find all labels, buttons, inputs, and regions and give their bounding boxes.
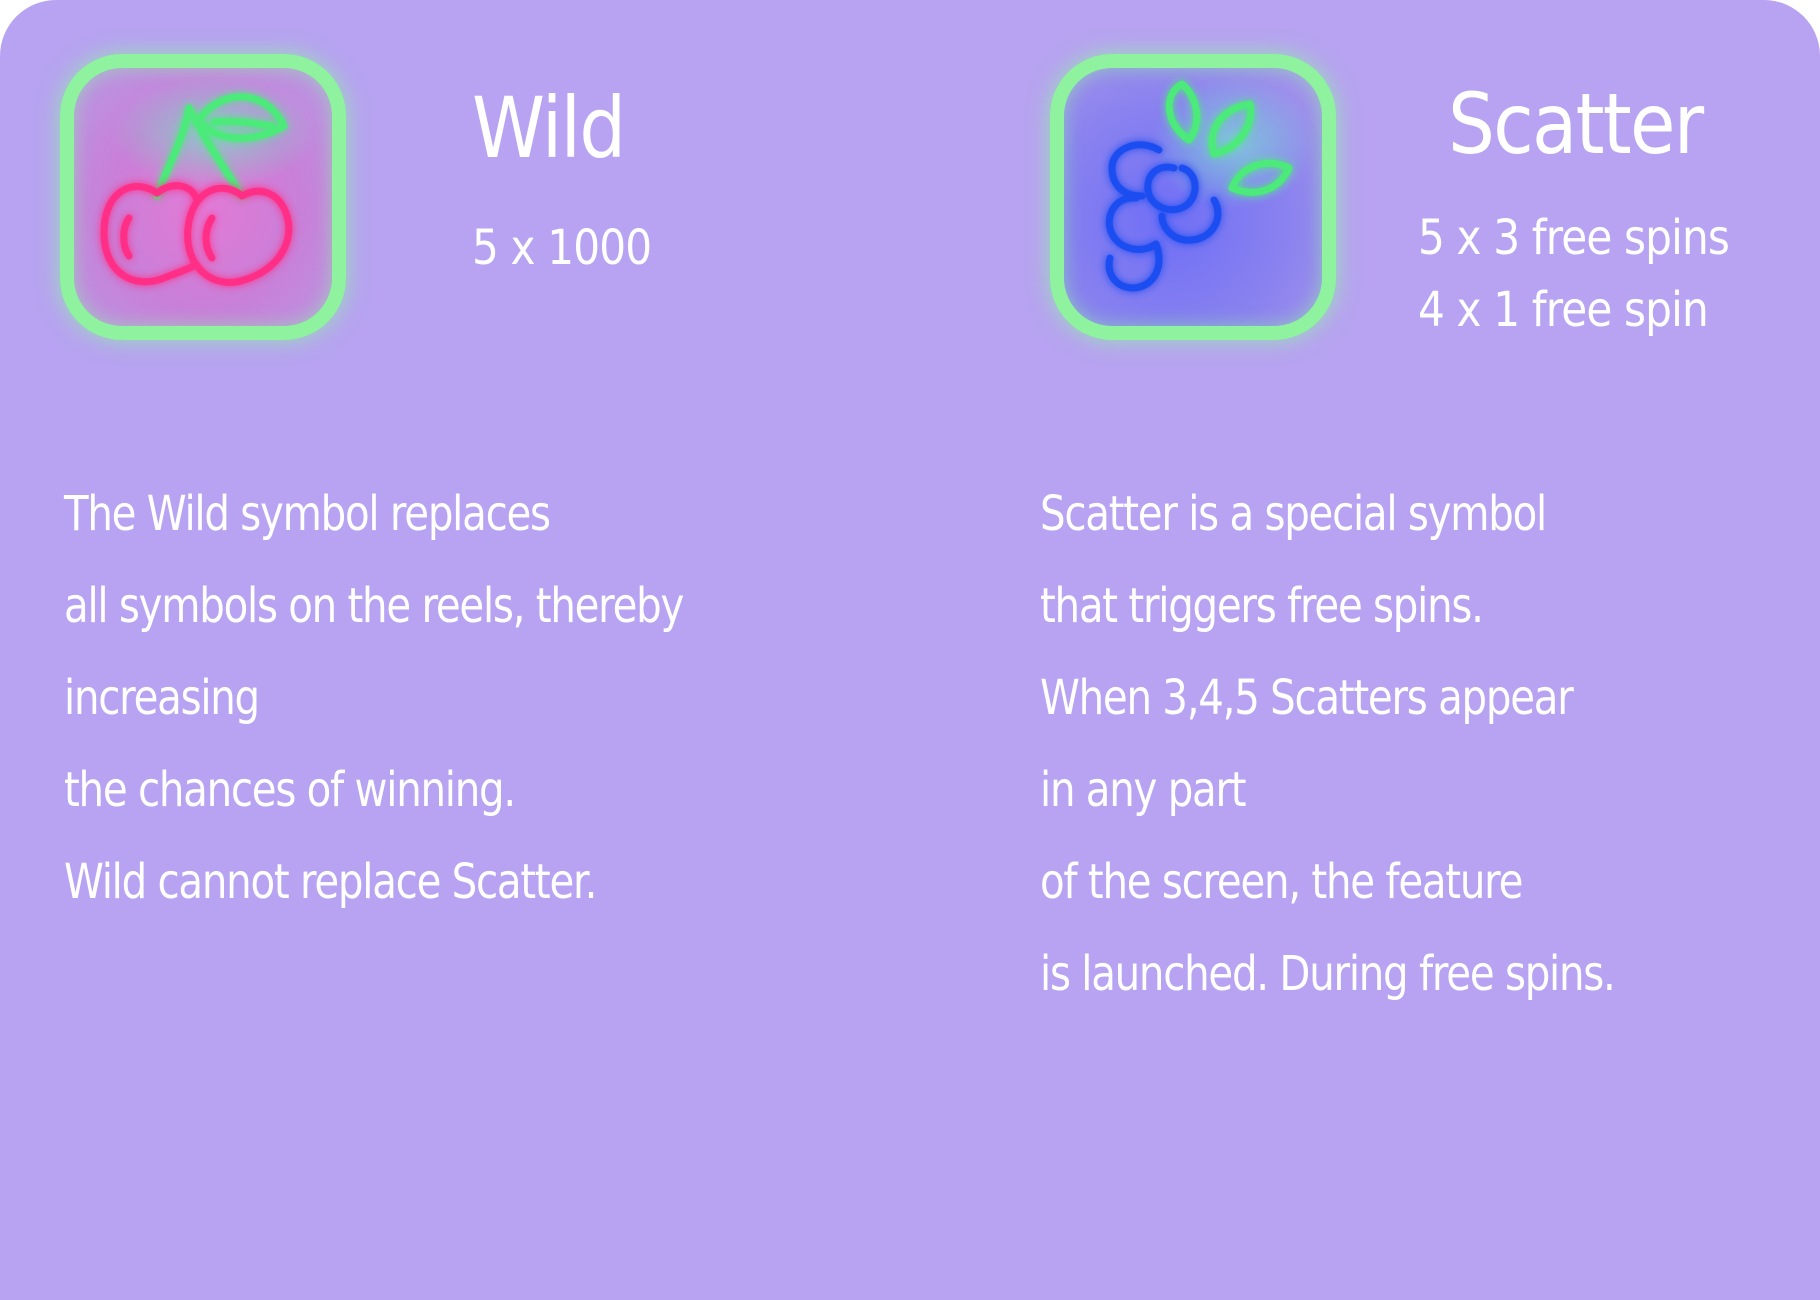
scatter-description-line: is launched. During free spins. (1040, 946, 1616, 1002)
scatter-payout-list: 5 x 3 free spins 4 x 1 free spin (1418, 202, 1730, 346)
wild-description-line: The Wild symbol replaces (64, 486, 551, 542)
scatter-description-line: of the screen, the feature (1040, 854, 1523, 910)
wild-description: The Wild symbol replaces all symbols on … (64, 468, 684, 928)
cherry-icon (100, 93, 293, 286)
wild-description-line: all symbols on the reels, thereby (64, 578, 684, 634)
wild-description-line: Wild cannot replace Scatter. (64, 854, 597, 910)
scatter-description-line: When 3,4,5 Scatters appear (1040, 670, 1574, 726)
scatter-description-line: in any part (1040, 762, 1247, 818)
wild-title: Wild (472, 79, 626, 177)
scatter-symbol-frame (1050, 54, 1336, 340)
paytable-panel: Wild 5 x 1000 The Wild symbol replaces a… (0, 0, 1820, 1300)
scatter-description: Scatter is a special symbol that trigger… (1040, 468, 1616, 1020)
scatter-description-line: Scatter is a special symbol (1040, 486, 1547, 542)
wild-payout-list: 5 x 1000 (472, 212, 652, 284)
scatter-title: Scatter (1448, 75, 1704, 173)
wild-payout: 5 x 1000 (472, 220, 652, 276)
wild-description-line: increasing (64, 670, 260, 726)
grapes-icon (1105, 80, 1293, 292)
scatter-description-line: that triggers free spins. (1040, 578, 1484, 634)
scatter-payout: 4 x 1 free spin (1418, 282, 1709, 338)
scatter-payout: 5 x 3 free spins (1418, 210, 1730, 266)
wild-symbol-frame (60, 54, 346, 340)
wild-description-line: the chances of winning. (64, 762, 516, 818)
